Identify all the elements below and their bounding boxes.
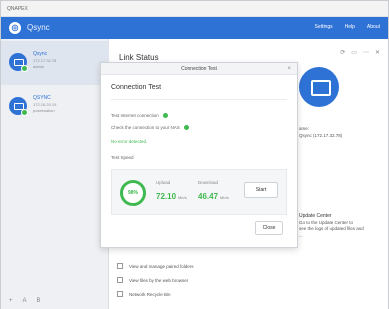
device-info: ame: Qsync (172.17.32.78) [299,125,342,139]
divider [111,99,287,100]
start-button[interactable]: Start [244,182,278,198]
upload-unit: Mb/s [178,195,187,200]
top-links: Settings Help About [315,24,380,30]
download-unit: Mb/s [220,195,229,200]
dialog-window-title: Connection Test [181,66,217,72]
upload-value: 72.10 [156,192,177,201]
option-paired-folders[interactable]: View and manage paired folders [117,263,193,269]
sync-icon[interactable]: ⟳ [340,49,345,56]
option-web-browser[interactable]: View files by the web browser [117,277,188,283]
more-icon[interactable]: ⋯ [363,49,369,56]
device-item[interactable]: Qsync 172.17.32.78 admin [1,41,109,85]
qsync-logo-icon: ◎ [9,22,21,34]
info-line: Qsync (172.17.32.78) [299,133,343,138]
page-title: Link Status [119,53,159,62]
ring-value: 98% [127,190,138,196]
folder-icon[interactable]: ▭ [351,49,357,56]
download-label: Download [198,180,219,185]
speed-panel: 98% Upload 72.10 Mb/s Download 46.47 Mb/s … [111,169,287,215]
device-role: poseesation [33,108,55,113]
device-ip: 172.17.32.78 [33,58,57,63]
speed-label: Test Speed [111,155,134,160]
close-button[interactable]: Close [255,221,283,235]
update-center-section: Update Center Go to the Update Center to… [299,213,364,239]
dialog-heading: Connection Test [111,84,162,91]
footer-icon-a[interactable]: A [23,298,27,304]
option-checkbox[interactable] [117,263,123,269]
speed-ring-icon: 98% [120,180,146,206]
device-ip: 172.16.20.19 [33,102,57,107]
about-link[interactable]: About [367,24,380,30]
window-titlebar: QNAPEX [1,1,388,17]
brand-name: Qsync [27,23,50,32]
device-sidebar: Qsync 172.17.32.78 admin QSYNC 172.16.20… [1,39,109,309]
device-item[interactable]: QSYNC 172.16.20.19 poseesation [1,85,109,129]
online-status-icon [21,109,28,116]
option-label: Network Recycle Bin [129,291,171,297]
sidebar-footer: + A B [1,293,109,309]
check-item: Check the connection to your NAS [111,125,189,130]
download-value: 46.47 [198,192,219,201]
option-recycle-bin[interactable]: Network Recycle Bin [117,291,171,297]
update-center-line: ... [299,232,303,238]
check-ok-icon [162,113,168,118]
connection-test-dialog: Connection Test × Connection Test Test I… [100,62,298,248]
update-center-line: see the logs of updated files and [299,226,364,231]
upload-label: Upload [156,180,171,185]
option-checkbox[interactable] [117,291,123,297]
top-bar: ◎ Qsync Settings Help About [1,17,388,39]
device-name: QSYNC [33,95,51,101]
toolbar-icons: ⟳ ▭ ⋯ ✕ [340,49,380,56]
option-checkbox[interactable] [117,277,123,283]
option-label: View and manage paired folders [129,263,194,269]
help-link[interactable]: Help [345,24,355,30]
device-role: admin [33,64,44,69]
settings-link[interactable]: Settings [315,24,333,30]
app-window: QNAPEX ◎ Qsync Settings Help About Qsync… [0,0,389,309]
check-item: Test Internet connection [111,113,168,118]
download-speed: 46.47 Mb/s [198,192,229,201]
dialog-titlebar: Connection Test × [101,63,297,75]
online-status-icon [21,65,28,72]
nas-status-icon [299,67,339,107]
check-label: Test Internet connection [111,113,159,118]
device-name: Qsync [33,51,48,57]
option-label: View files by the web browser [129,277,189,283]
close-icon[interactable]: ✕ [375,49,380,56]
dialog-close-icon[interactable]: × [287,63,291,75]
upload-speed: 72.10 Mb/s [156,192,187,201]
detect-status: No error detected. [111,139,148,144]
check-ok-icon [183,125,189,130]
footer-icon-b[interactable]: B [37,298,41,304]
info-line: ame: [299,126,310,131]
add-device-button[interactable]: + [9,298,13,304]
check-label: Check the connection to your NAS [111,125,180,130]
